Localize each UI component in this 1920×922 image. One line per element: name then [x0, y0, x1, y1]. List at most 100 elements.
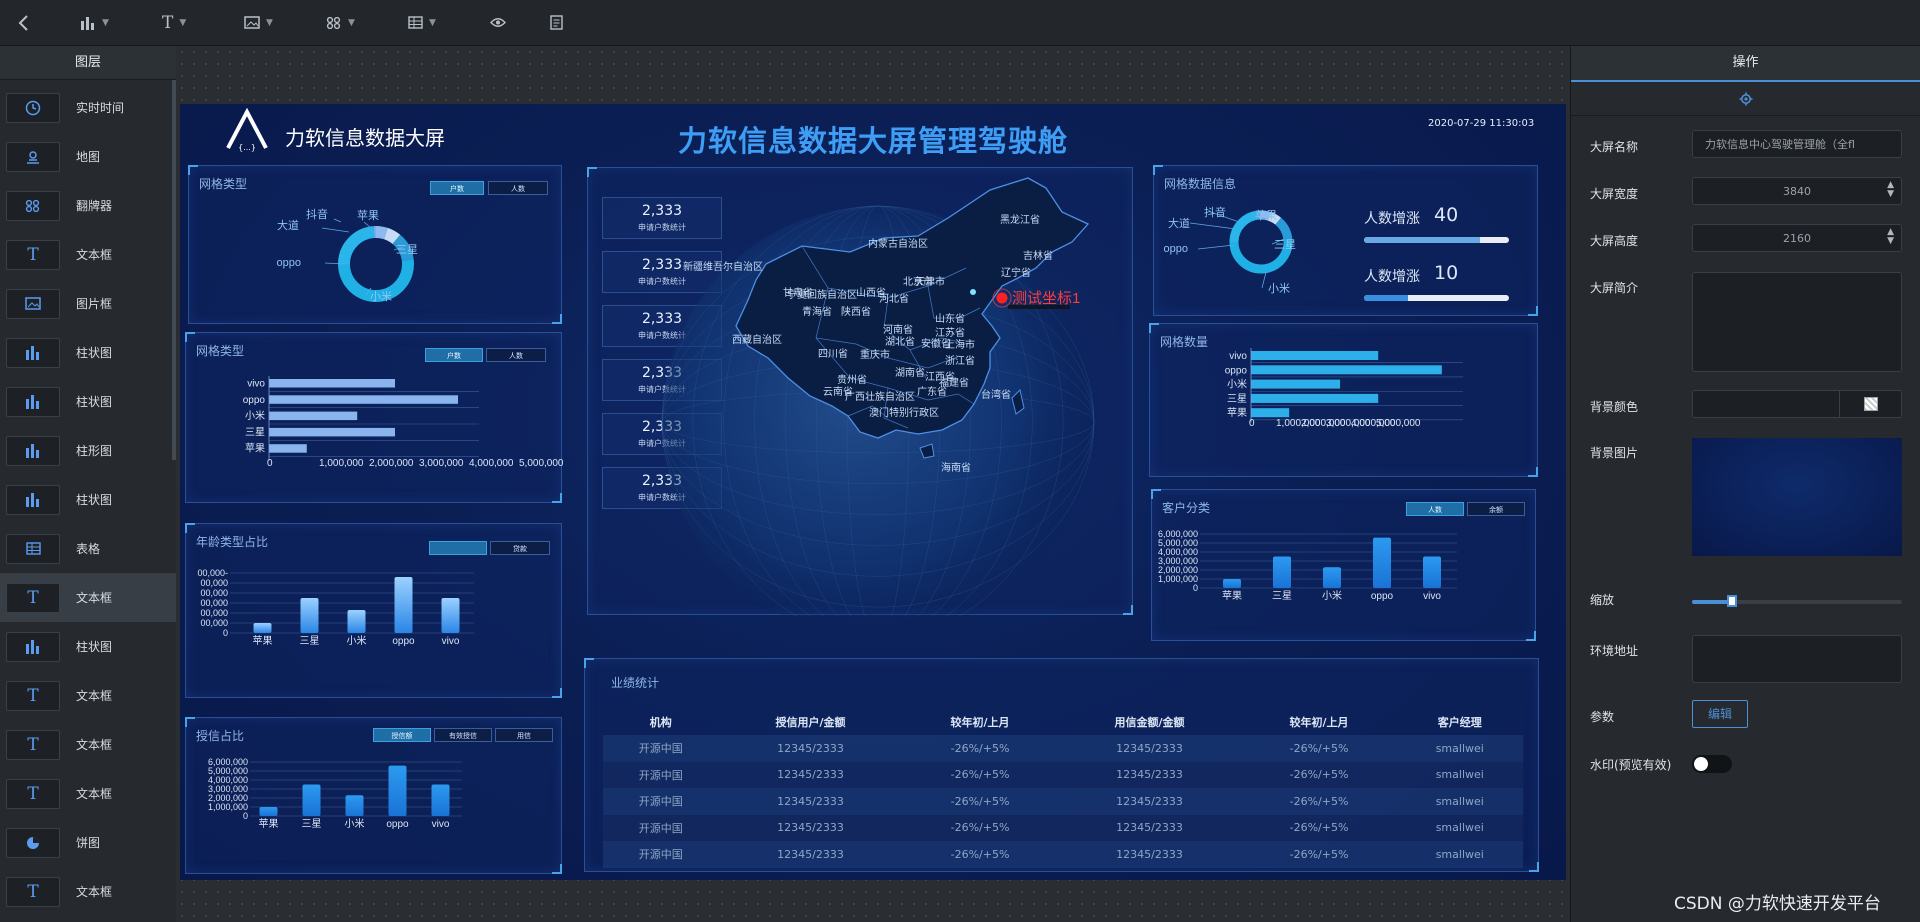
bg-image-preview[interactable] [1692, 438, 1902, 556]
zoom-slider-handle[interactable] [1726, 595, 1737, 607]
pie-label: 三星 [396, 243, 418, 256]
grid-data-info-card[interactable]: 网格数据信息 抖音 苹果 三星 小米 oppo 大道 人数增涨 40 人数增涨 10 [1153, 165, 1538, 316]
x-tick-label: 苹果 [259, 817, 279, 830]
map-region-label: 陕西省 [841, 305, 871, 318]
y-tick-label: 苹果 [245, 442, 265, 455]
table-menu-button[interactable]: ▼ [408, 16, 490, 29]
table-row[interactable]: 开源中国 12345/2333 -26%/+5% 12345/2333 -26%/+5%… [603, 841, 1523, 868]
layer-item[interactable]: T 文本框 [0, 867, 176, 916]
layer-item[interactable]: T 文本框 [0, 573, 176, 622]
map-region-label: 广西壮族自治区 [845, 390, 915, 403]
map-card[interactable]: 2,333 申请户数统计 2,333 申请户数统计 2,333 申请户数统计 2,333 申请… [587, 167, 1134, 616]
layer-item-label: 柱状图 [76, 346, 113, 360]
stat2-label: 人数增涨 [1364, 269, 1420, 285]
layer-item[interactable]: 柱状图 [0, 475, 176, 524]
layer-item-label: 文本框 [76, 738, 113, 752]
watermark-label: 水印(预览有效) [1590, 758, 1672, 772]
grid-type-pie-card[interactable]: 网格类型 户数 人数 抖音 苹果 三星 小米 oppo 大道 [188, 165, 562, 324]
grid-count-bar-card[interactable]: 网格数量 vivo oppo 小米 三星 苹果 0 1,000,000 2,000,000 3,… [1149, 323, 1538, 477]
layer-item[interactable]: T 文本框 [0, 720, 176, 769]
env-address-textarea[interactable] [1692, 635, 1902, 683]
bar [1373, 537, 1391, 588]
table-row[interactable]: 开源中国 12345/2333 -26%/+5% 12345/2333 -26%/+5%… [603, 788, 1523, 815]
dashboard-preview[interactable]: {...} 力软信息数据大屏 力软信息数据大屏管理驾驶舱 2020-07-29 … [180, 104, 1566, 880]
x-tick-label: 三星 [300, 635, 320, 647]
image-menu-button[interactable]: ▼ [244, 16, 326, 29]
screen-name-input[interactable]: 力软信息中心驾驶管理舱（全fl [1692, 130, 1902, 158]
layer-item[interactable]: 表格 [0, 524, 176, 573]
table-cell: 开源中国 [603, 814, 719, 841]
layer-list: 实时时间 地图 翻牌器 T 文本框 图片框 柱状图 柱状图 柱形图 柱状图 表格 T 文本框 柱状图 T 文本… [0, 83, 176, 916]
tab-settings[interactable] [1571, 80, 1920, 116]
table-row[interactable]: 开源中国 12345/2333 -26%/+5% 12345/2333 -26%/+5%… [603, 761, 1523, 788]
pie-leader-line [321, 227, 350, 233]
bar [269, 395, 458, 404]
table-cell: -26%/+5% [1241, 788, 1397, 815]
screen-height-input[interactable]: 2160 ▲ ▼ [1692, 224, 1902, 252]
table-cell: -26%/+5% [902, 735, 1058, 762]
table-header-cell: 客户经理 [1437, 716, 1482, 729]
stepper-arrows-icon[interactable]: ▲ ▼ [1887, 228, 1894, 246]
layer-item[interactable]: 图片框 [0, 279, 176, 328]
performance-table-card[interactable]: 业绩统计 机构 授信用户/金额 较年初/上月 用信金额/金额 较年初/上月 客户经理 开源… [584, 658, 1539, 872]
map-region-label: 海南省 [941, 461, 971, 474]
y-tick-label: 三星 [245, 426, 265, 438]
layer-item[interactable]: T 文本框 [0, 230, 176, 279]
watermark-toggle[interactable] [1692, 755, 1732, 773]
grid-type-bar-card[interactable]: 网格类型 户数 人数 vivo oppo 小米 三星 苹果 0 1,000,000 2,000… [185, 332, 563, 503]
dashboard-datetime: 2020-07-29 11:30:03 [1428, 118, 1535, 129]
back-button[interactable] [18, 14, 80, 31]
flipper-menu-button[interactable]: ▼ [326, 16, 408, 29]
stepper-arrows-icon[interactable]: ▲ ▼ [1887, 181, 1894, 199]
pie-slice [1275, 217, 1293, 240]
layer-item[interactable]: 地图 [0, 132, 176, 181]
bar-chart: 01,000,0002,000,0003,000,0004,000,0005,0… [1158, 529, 1457, 602]
bar-chart-icon [81, 16, 94, 30]
x-tick-label: oppo [392, 636, 415, 647]
table-row[interactable]: 开源中国 12345/2333 -26%/+5% 12345/2333 -26%/+5%… [603, 814, 1523, 841]
table-cell: 12345/2333 [718, 814, 903, 841]
x-tick-label: 1,000,000 [319, 458, 364, 469]
layer-item[interactable]: T 文本框 [0, 769, 176, 818]
text-menu-button[interactable]: T ▼ [162, 13, 244, 33]
layer-item[interactable]: 柱形图 [0, 426, 176, 475]
layer-item[interactable]: 饼图 [0, 818, 176, 867]
x-tick-label: 小米 [345, 817, 365, 830]
age-type-bar-card[interactable]: 年龄类型占比 贷款 0 00,000 00,000 00,000 00,000 00,00… [185, 523, 562, 698]
pie-label: oppo [277, 257, 301, 269]
stat2-progress-fill [1364, 295, 1408, 301]
bar [1273, 556, 1291, 588]
table-cell: 12345/2333 [1057, 761, 1242, 788]
china-map[interactable]: 内蒙古自治区黑龙江省吉林省辽宁省新疆维吾尔自治区甘肃省宁夏回族自治区青海省 陕西省… [588, 168, 1134, 616]
layer-item[interactable]: 翻牌器 [0, 181, 176, 230]
map-region-label: 黑龙江省 [1000, 213, 1040, 226]
chart-menu-button[interactable]: ▼ [80, 16, 162, 30]
color-picker-button[interactable] [1839, 391, 1901, 417]
preview-button[interactable] [490, 17, 550, 28]
text-icon: T [6, 680, 60, 711]
x-tick-label: 小米 [347, 634, 367, 647]
customer-category-bar-card[interactable]: 客户分类 人数 余额 0 1,000,000 2,000,000 3,000,000 4… [1151, 489, 1536, 641]
chevron-down-icon: ▼ [179, 17, 187, 28]
y-tick-label: 00,000 [200, 598, 228, 608]
screen-intro-textarea[interactable] [1692, 272, 1902, 372]
table-cell: 开源中国 [603, 841, 719, 868]
bg-color-input[interactable] [1692, 390, 1902, 418]
credit-share-bar-card[interactable]: 授信占比 授信额 有效授信 用信 0 1,000,000 2,000,000 3,00… [185, 717, 562, 874]
screen-width-input[interactable]: 3840 ▲ ▼ [1692, 177, 1902, 205]
layer-item[interactable]: 柱状图 [0, 328, 176, 377]
layer-item[interactable]: 实时时间 [0, 83, 176, 132]
table-row[interactable]: 开源中国 12345/2333 -26%/+5% 12345/2333 -26%/+5%… [603, 735, 1523, 762]
y-tick-label: 小米 [245, 409, 265, 422]
layers-panel: 图层 实时时间 地图 翻牌器 T 文本框 图片框 柱状图 柱状图 柱形图 柱状图 表格 T 文本框 柱状图… [0, 46, 176, 922]
bar [388, 765, 407, 816]
zoom-slider[interactable] [1692, 595, 1902, 607]
map-region-label: 四川省 [818, 347, 848, 360]
layer-item[interactable]: 柱状图 [0, 622, 176, 671]
params-edit-button[interactable]: 编辑 [1692, 700, 1748, 728]
layer-item[interactable]: T 文本框 [0, 671, 176, 720]
layer-item-label: 翻牌器 [76, 199, 113, 213]
table-cell: smallwei [1396, 735, 1523, 762]
save-document-button[interactable] [550, 15, 632, 30]
layer-item[interactable]: 柱状图 [0, 377, 176, 426]
